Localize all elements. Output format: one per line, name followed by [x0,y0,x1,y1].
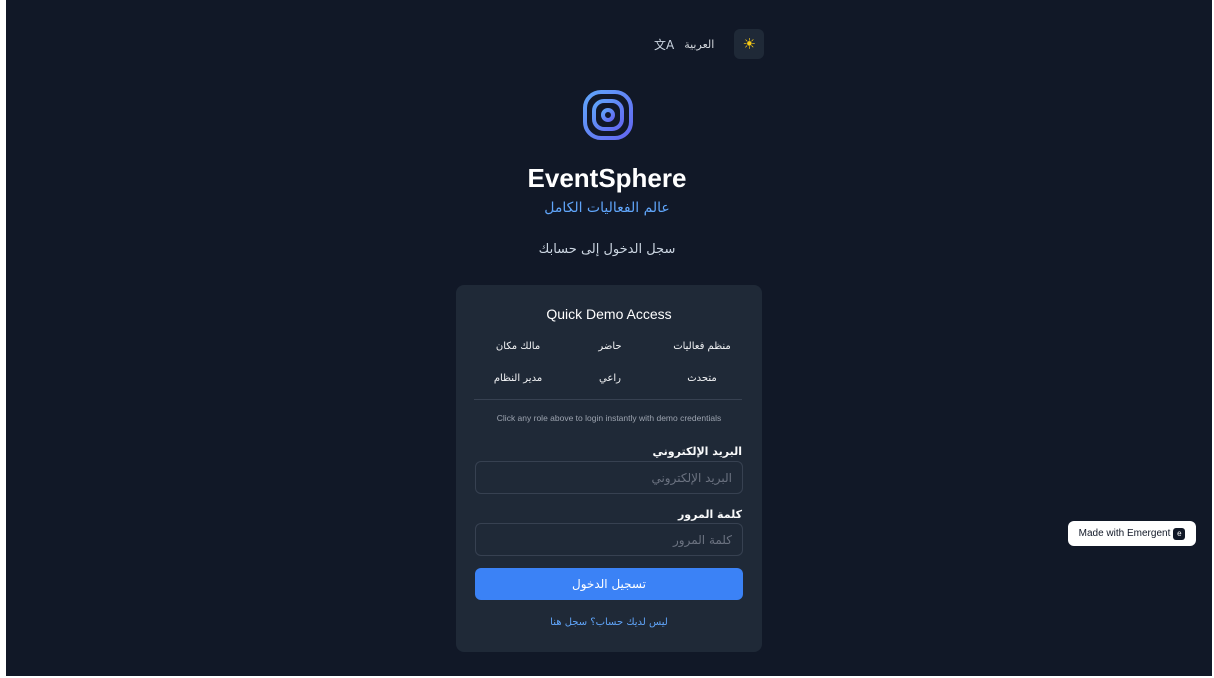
role-button-speaker[interactable]: متحدث [656,367,748,389]
app-tagline: عالم الفعاليات الكامل [544,200,670,216]
role-button-attendee[interactable]: حاضر [564,335,656,357]
signup-link[interactable]: ليس لديك حساب؟ سجل هنا [456,617,762,628]
top-controls: 文A العربية ☀ [654,29,765,59]
role-button-event-organizer[interactable]: منظم فعاليات [656,335,748,357]
app-title: EventSphere [527,163,687,193]
theme-toggle-button[interactable]: ☀ [734,29,765,59]
password-field[interactable] [475,523,743,556]
translate-icon: 文A [654,37,675,52]
emergent-logo-icon: e [1173,527,1186,540]
demo-role-grid: منظم فعاليات حاضر مالك مكان متحدث راعي م… [472,335,748,389]
login-subtitle: سجل الدخول إلى حسابك [538,242,676,257]
badge-label: Made with Emergent [1078,528,1171,539]
language-label: العربية [684,37,715,51]
role-button-sponsor[interactable]: راعي [564,367,656,389]
language-toggle[interactable]: 文A العربية [654,36,714,53]
sun-icon: ☀ [742,35,756,53]
login-button[interactable]: تسجيل الدخول [475,568,743,600]
made-with-emergent-badge[interactable]: Made with Emergent e [1068,521,1196,546]
role-button-venue-owner[interactable]: مالك مكان [472,335,564,357]
demo-access-title: Quick Demo Access [546,306,672,322]
role-button-admin[interactable]: مدير النظام [472,367,564,389]
login-card: Quick Demo Access منظم فعاليات حاضر مالك… [456,285,762,652]
divider [474,399,742,400]
email-field[interactable] [475,461,743,494]
password-label: كلمة المرور [677,508,742,521]
spiral-logo-icon [583,90,633,140]
demo-hint: Click any role above to login instantly … [496,413,722,423]
email-label: البريد الإلكتروني [652,445,742,458]
